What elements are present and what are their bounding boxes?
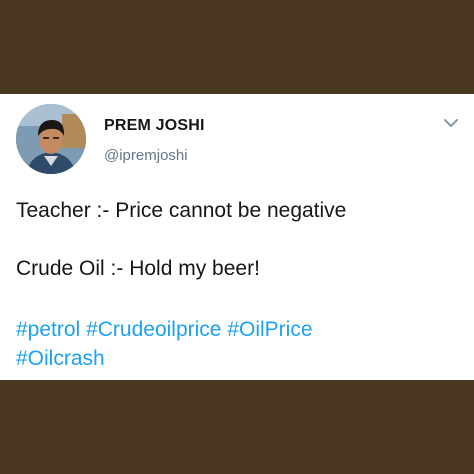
user-handle[interactable]: @ipremjoshi	[104, 147, 188, 164]
avatar[interactable]	[16, 104, 86, 174]
hashtag-list: #petrol #Crudeoilprice #OilPrice #Oilcra…	[16, 315, 456, 373]
chevron-down-icon[interactable]	[441, 116, 461, 130]
bottom-frame-band	[0, 380, 474, 474]
profile-photo	[16, 104, 86, 174]
hashtag-oilprice[interactable]: #OilPrice	[227, 318, 312, 341]
top-frame-band	[0, 0, 474, 94]
hashtag-petrol[interactable]: #petrol	[16, 318, 80, 341]
hashtag-oilcrash[interactable]: #Oilcrash	[16, 347, 105, 370]
display-name[interactable]: PREM JOSHI	[104, 117, 205, 135]
tweet-text-line-1: Teacher :- Price cannot be negative	[16, 199, 347, 222]
tweet-text-line-2: Crude Oil :- Hold my beer!	[16, 257, 260, 280]
hashtag-crudeoilprice[interactable]: #Crudeoilprice	[86, 318, 221, 341]
